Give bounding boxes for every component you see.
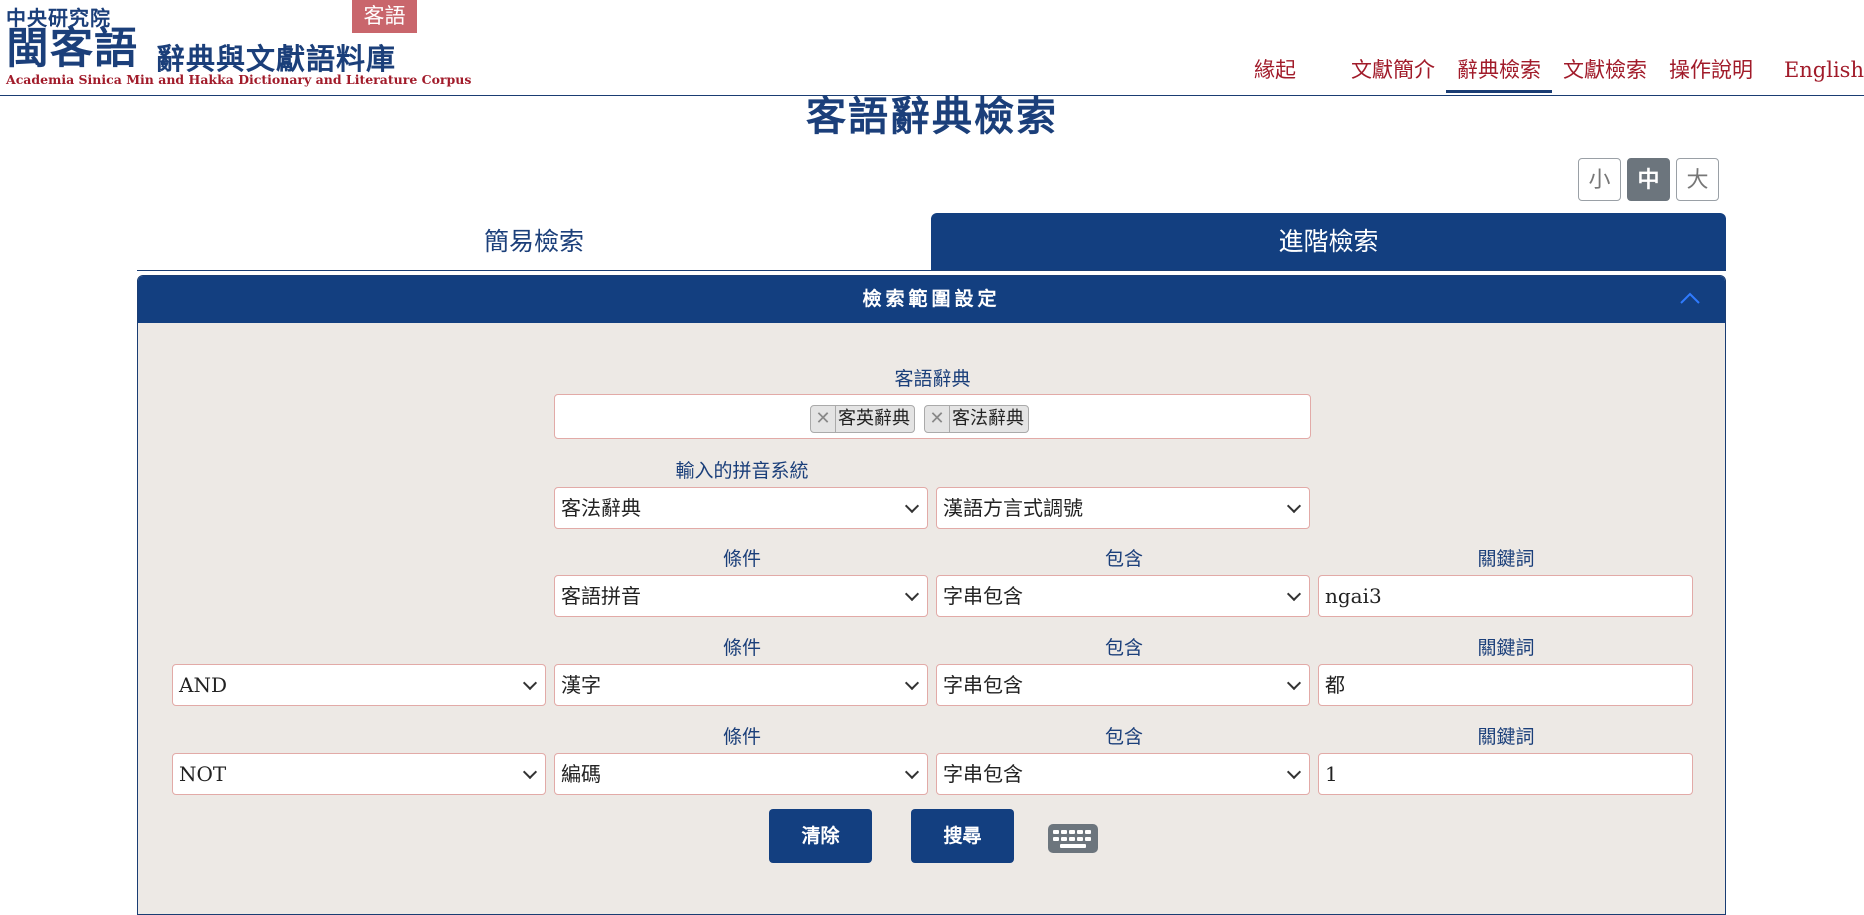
keyword-label: 關鍵詞 xyxy=(1477,726,1535,748)
condition-select[interactable]: 客語拼音 xyxy=(554,575,928,617)
font-size-large-button[interactable]: 大 xyxy=(1676,158,1719,201)
keyword-label: 關鍵詞 xyxy=(1477,548,1535,570)
nav-literature-search[interactable]: 文獻檢索 xyxy=(1552,48,1658,93)
language-badge[interactable]: 客語 xyxy=(352,0,417,33)
keyword-label: 關鍵詞 xyxy=(1477,637,1535,659)
pinyin-dictionary-select[interactable]: 客法辭典 xyxy=(554,487,928,529)
logic-operator-select[interactable]: AND xyxy=(172,664,546,706)
main-nav: 緣起 文獻簡介 辭典檢索 文獻檢索 操作說明 English xyxy=(1243,48,1864,95)
keyword-input[interactable]: ngai3 xyxy=(1318,575,1693,617)
dictionary-multiselect[interactable]: ✕ 客英辭典 ✕ 客法辭典 xyxy=(554,394,1311,439)
nav-instructions[interactable]: 操作說明 xyxy=(1658,48,1764,93)
nav-dictionary-search[interactable]: 辭典檢索 xyxy=(1445,48,1552,93)
panel-header[interactable]: 檢索範圍設定 xyxy=(138,276,1725,323)
keyword-input[interactable]: 1 xyxy=(1318,753,1693,795)
logic-operator-select[interactable]: NOT xyxy=(172,753,546,795)
font-size-small-button[interactable]: 小 xyxy=(1578,158,1621,201)
match-select[interactable]: 字串包含 xyxy=(936,575,1310,617)
search-scope-panel: 檢索範圍設定 客語辭典 ✕ 客英辭典 ✕ 客法辭典 輸入的拼音系統 客法辭典 漢語方… xyxy=(137,275,1726,915)
dictionary-tag: ✕ 客英辭典 xyxy=(810,405,915,433)
nav-literature-intro[interactable]: 文獻簡介 xyxy=(1340,48,1446,93)
dictionary-tag: ✕ 客法辭典 xyxy=(924,405,1029,433)
logo-english: Academia Sinica Min and Hakka Dictionary… xyxy=(6,72,472,87)
keyword-input[interactable]: 都 xyxy=(1318,664,1693,706)
condition-label: 條件 xyxy=(722,637,761,659)
keyboard-icon[interactable] xyxy=(1048,824,1098,853)
chevron-up-icon[interactable] xyxy=(1679,288,1701,310)
logo-title: 閩客語 xyxy=(6,24,138,74)
search-tabs: 簡易檢索 進階檢索 xyxy=(137,213,1726,271)
close-icon[interactable]: ✕ xyxy=(811,406,836,432)
pinyin-system-select[interactable]: 漢語方言式調號 xyxy=(936,487,1310,529)
font-size-medium-button[interactable]: 中 xyxy=(1627,158,1670,201)
clear-button[interactable]: 清除 xyxy=(769,809,872,863)
site-header: 中央研究院 閩客語 辭典與文獻語料庫 Academia Sinica Min a… xyxy=(0,0,1864,96)
font-size-group: 小 中 大 xyxy=(1578,158,1719,201)
pinyin-label: 輸入的拼音系統 xyxy=(675,460,809,482)
tab-advanced-search[interactable]: 進階檢索 xyxy=(931,213,1726,270)
dictionary-label: 客語辭典 xyxy=(894,368,971,390)
condition-label: 條件 xyxy=(722,726,761,748)
page-title: 客語辭典檢索 xyxy=(806,93,1058,140)
match-select[interactable]: 字串包含 xyxy=(936,664,1310,706)
condition-select[interactable]: 編碼 xyxy=(554,753,928,795)
panel-title: 檢索範圍設定 xyxy=(862,288,1001,310)
match-label: 包含 xyxy=(1104,637,1143,659)
tab-simple-search[interactable]: 簡易檢索 xyxy=(137,213,931,270)
match-label: 包含 xyxy=(1104,548,1143,570)
nav-origin[interactable]: 緣起 xyxy=(1243,48,1340,93)
condition-label: 條件 xyxy=(722,548,761,570)
close-icon[interactable]: ✕ xyxy=(925,406,950,432)
nav-english[interactable]: English xyxy=(1764,48,1864,93)
match-label: 包含 xyxy=(1104,726,1143,748)
search-button[interactable]: 搜尋 xyxy=(911,809,1014,863)
match-select[interactable]: 字串包含 xyxy=(936,753,1310,795)
condition-select[interactable]: 漢字 xyxy=(554,664,928,706)
